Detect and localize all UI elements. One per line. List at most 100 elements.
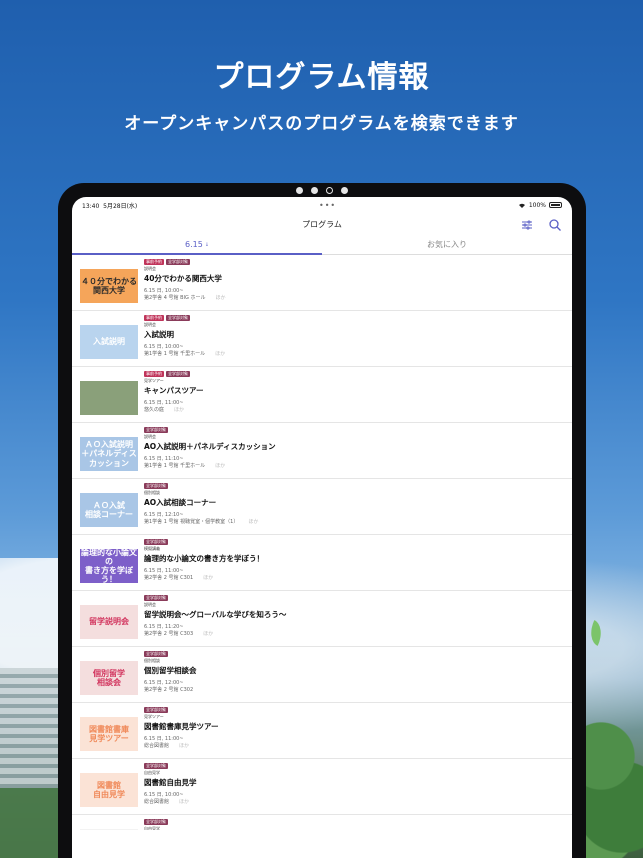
search-icon[interactable] (548, 217, 562, 231)
hero-subtitle: オープンキャンパスのプログラムを検索できます (124, 114, 519, 134)
status-bar: 13:40 5月28日(水) ••• 100% (72, 197, 572, 213)
program-info: 全学部対象 個別相談 個別留学相談会 6.15 日, 12:00~ 第2学舎 2 号館 … (144, 651, 572, 702)
program-place-row: 総合図書館 ほか (144, 799, 572, 806)
program-thumbnail: 図書館書庫 見学ツアー (80, 717, 138, 751)
program-type: 個別相談 (144, 490, 160, 495)
program-place: 第2学舎 2 号館 C302 (144, 687, 194, 693)
app-screen: 13:40 5月28日(水) ••• 100% プログラム 6.15 ↓ お気に… (72, 197, 572, 858)
program-time: 6.15 日, 10:00~ (144, 792, 184, 798)
nav-bar: プログラム (72, 213, 572, 235)
program-row[interactable]: 図書館書庫 見学ツアー 全学部対象 見学ツアー 図書館書庫見学ツアー 6.15 日, 1… (72, 703, 572, 759)
program-thumbnail: 図書館 自由見学 (80, 773, 138, 807)
program-title: キャンパスツアー (144, 386, 204, 395)
camera-dots (58, 187, 586, 194)
program-title: AO入試説明＋パネルディスカッション (144, 442, 276, 451)
program-place-row: 第2学舎 2 号館 C301 ほか (144, 575, 572, 582)
program-row[interactable]: ＡＯ入試 相談コーナー 全学部対象 個別相談 AO入試相談コーナー 6.15 日, 12… (72, 479, 572, 535)
program-time: 6.15 日, 10:00~ (144, 344, 184, 350)
program-row[interactable]: ＡＯ入試説明 ＋パネルディスカッション 全学部対象 説明会 AO入試説明＋パネルディス… (72, 423, 572, 479)
program-place: 総合図書館 (144, 799, 170, 805)
program-place-more: ほか (174, 407, 185, 413)
tablet-frame: 13:40 5月28日(水) ••• 100% プログラム 6.15 ↓ お気に… (58, 183, 586, 858)
program-row[interactable]: 論理的な小論文の 書き方を学ぼう！ 全学部対象 模擬講義 論理的な小論文の書き方を学ぼ… (72, 535, 572, 591)
program-row[interactable]: 個別留学 相談会 全学部対象 個別相談 個別留学相談会 6.15 日, 12:00~ 第2… (72, 647, 572, 703)
program-place-row: 第2学舎 2 号館 C302 (144, 687, 572, 694)
program-row[interactable]: 図書館 自由見学 全学部対象 自由見学 図書館自由見学 6.15 日, 10:00~ 総合… (72, 759, 572, 815)
program-place-more: ほか (179, 743, 190, 749)
program-info: 全学部対象 説明会 留学説明会〜グローバルな学びを知ろう〜 6.15 日, 11:20… (144, 595, 572, 646)
program-type: 説明会 (144, 266, 156, 271)
program-place-more: ほか (203, 575, 214, 581)
program-type: 説明会 (144, 322, 156, 327)
program-title: 40分でわかる関西大学 (144, 274, 222, 283)
program-title: 入試説明 (144, 330, 174, 339)
program-place-row: 第1学舎 1 号館 千里ホール ほか (144, 351, 572, 358)
program-place: 総合図書館 (144, 743, 170, 749)
tab-date-label: 6.15 (184, 240, 203, 249)
program-place-row: 第1学舎 1 号館 千里ホール ほか (144, 463, 572, 470)
program-row[interactable]: ４０分でわかる 関西大学 事前予約 全学部対象 説明会 40分でわかる関西大学 6.15 … (72, 255, 572, 311)
program-info: 全学部対象 説明会 AO入試説明＋パネルディスカッション 6.15 日, 11:10~… (144, 427, 572, 478)
program-place-more: ほか (203, 631, 214, 637)
tab-date-arrow: ↓ (204, 241, 209, 248)
program-title: 留学説明会〜グローバルな学びを知ろう〜 (144, 610, 287, 619)
program-info: 全学部対象 見学ツアー 図書館書庫見学ツアー 6.15 日, 11:00~ 総合図書館ほ… (144, 707, 572, 758)
program-thumbnail (80, 829, 138, 830)
program-place-more: ほか (215, 295, 226, 301)
program-title: AO入試相談コーナー (144, 498, 217, 507)
program-type: 見学ツアー (144, 714, 164, 719)
program-time: 6.15 日, 11:00~ (144, 568, 184, 574)
program-place: 第1学舎 1 号館 千里ホール (144, 351, 206, 357)
program-row[interactable]: 留学説明会 全学部対象 説明会 留学説明会〜グローバルな学びを知ろう〜 6.15 日, … (72, 591, 572, 647)
tab-date[interactable]: 6.15 ↓ (72, 235, 322, 255)
wifi-icon (518, 203, 525, 208)
program-time: 6.15 日, 11:20~ (144, 624, 184, 630)
program-place: 第2学舎 2 号館 C303 (144, 631, 194, 637)
program-thumbnail: 入試説明 (80, 325, 138, 359)
program-place-more: ほか (248, 519, 259, 525)
program-info: 全学部対象 模擬講義 論理的な小論文の書き方を学ぼう！ 6.15 日, 11:00~ 第… (144, 539, 572, 590)
program-place-more: ほか (179, 799, 190, 805)
program-type: 説明会 (144, 602, 156, 607)
program-list[interactable]: ４０分でわかる 関西大学 事前予約 全学部対象 説明会 40分でわかる関西大学 6.15 … (72, 255, 572, 830)
program-type: 自由見学 (144, 826, 160, 830)
program-type: 説明会 (144, 434, 156, 439)
filter-icon[interactable] (520, 217, 534, 231)
program-info: 全学部対象 自由見学 (144, 819, 572, 830)
program-place-row: 総合図書館 ほか (144, 743, 572, 750)
program-time: 6.15 日, 12:10~ (144, 512, 184, 518)
program-badge: 全学部対象 (166, 259, 190, 265)
multitask-dots[interactable]: ••• (319, 201, 336, 210)
program-type: 自由見学 (144, 770, 160, 775)
program-row[interactable]: 事前予約 全学部対象 見学ツアー キャンパスツアー 6.15 日, 11:00~ 悠久の庭… (72, 367, 572, 423)
program-type: 模擬講義 (144, 546, 160, 551)
program-thumbnail: 論理的な小論文の 書き方を学ぼう！ (80, 547, 138, 585)
program-place: 第2学舎 4 号館 BIG ホール (144, 295, 206, 301)
tab-favorites[interactable]: お気に入り (322, 235, 572, 254)
program-info: 事前予約 全学部対象 説明会 入試説明 6.15 日, 10:00~ 第1学舎 1 号館 … (144, 315, 572, 366)
program-place-more: ほか (215, 351, 226, 357)
program-title: 論理的な小論文の書き方を学ぼう！ (144, 554, 264, 563)
tab-favorites-label: お気に入り (427, 240, 467, 249)
program-title: 図書館書庫見学ツアー (144, 722, 219, 731)
program-place-row: 第2学舎 4 号館 BIG ホール ほか (144, 295, 572, 302)
program-info: 事前予約 全学部対象 見学ツアー キャンパスツアー 6.15 日, 11:00~ 悠久の庭… (144, 371, 572, 422)
battery-percent: 100% (528, 201, 546, 209)
program-info: 事前予約 全学部対象 説明会 40分でわかる関西大学 6.15 日, 10:00~ 第2学… (144, 259, 572, 310)
battery-icon (548, 202, 562, 208)
program-row[interactable]: 全学部対象 自由見学 (72, 815, 572, 830)
program-row[interactable]: 入試説明 事前予約 全学部対象 説明会 入試説明 6.15 日, 10:00~ 第1学舎 1… (72, 311, 572, 367)
program-thumbnail: 留学説明会 (80, 605, 138, 639)
program-thumbnail: ４０分でわかる 関西大学 (80, 269, 138, 303)
program-title: 個別留学相談会 (144, 666, 197, 675)
tab-bar: 6.15 ↓ お気に入り (72, 235, 572, 255)
program-place-row: 第1学舎 1 号館 視聴覚室・個学教室（1） ほか (144, 519, 572, 526)
program-thumbnail: ＡＯ入試 相談コーナー (80, 493, 138, 527)
program-time: 6.15 日, 11:00~ (144, 736, 184, 742)
program-place: 第1学舎 1 号館 視聴覚室・個学教室（1） (144, 519, 239, 525)
program-title: 図書館自由見学 (144, 778, 197, 787)
program-place-more: ほか (215, 463, 226, 469)
program-time: 6.15 日, 11:00~ (144, 400, 184, 406)
program-type: 見学ツアー (144, 378, 164, 383)
program-place-row: 悠久の庭 ほか (144, 407, 572, 414)
